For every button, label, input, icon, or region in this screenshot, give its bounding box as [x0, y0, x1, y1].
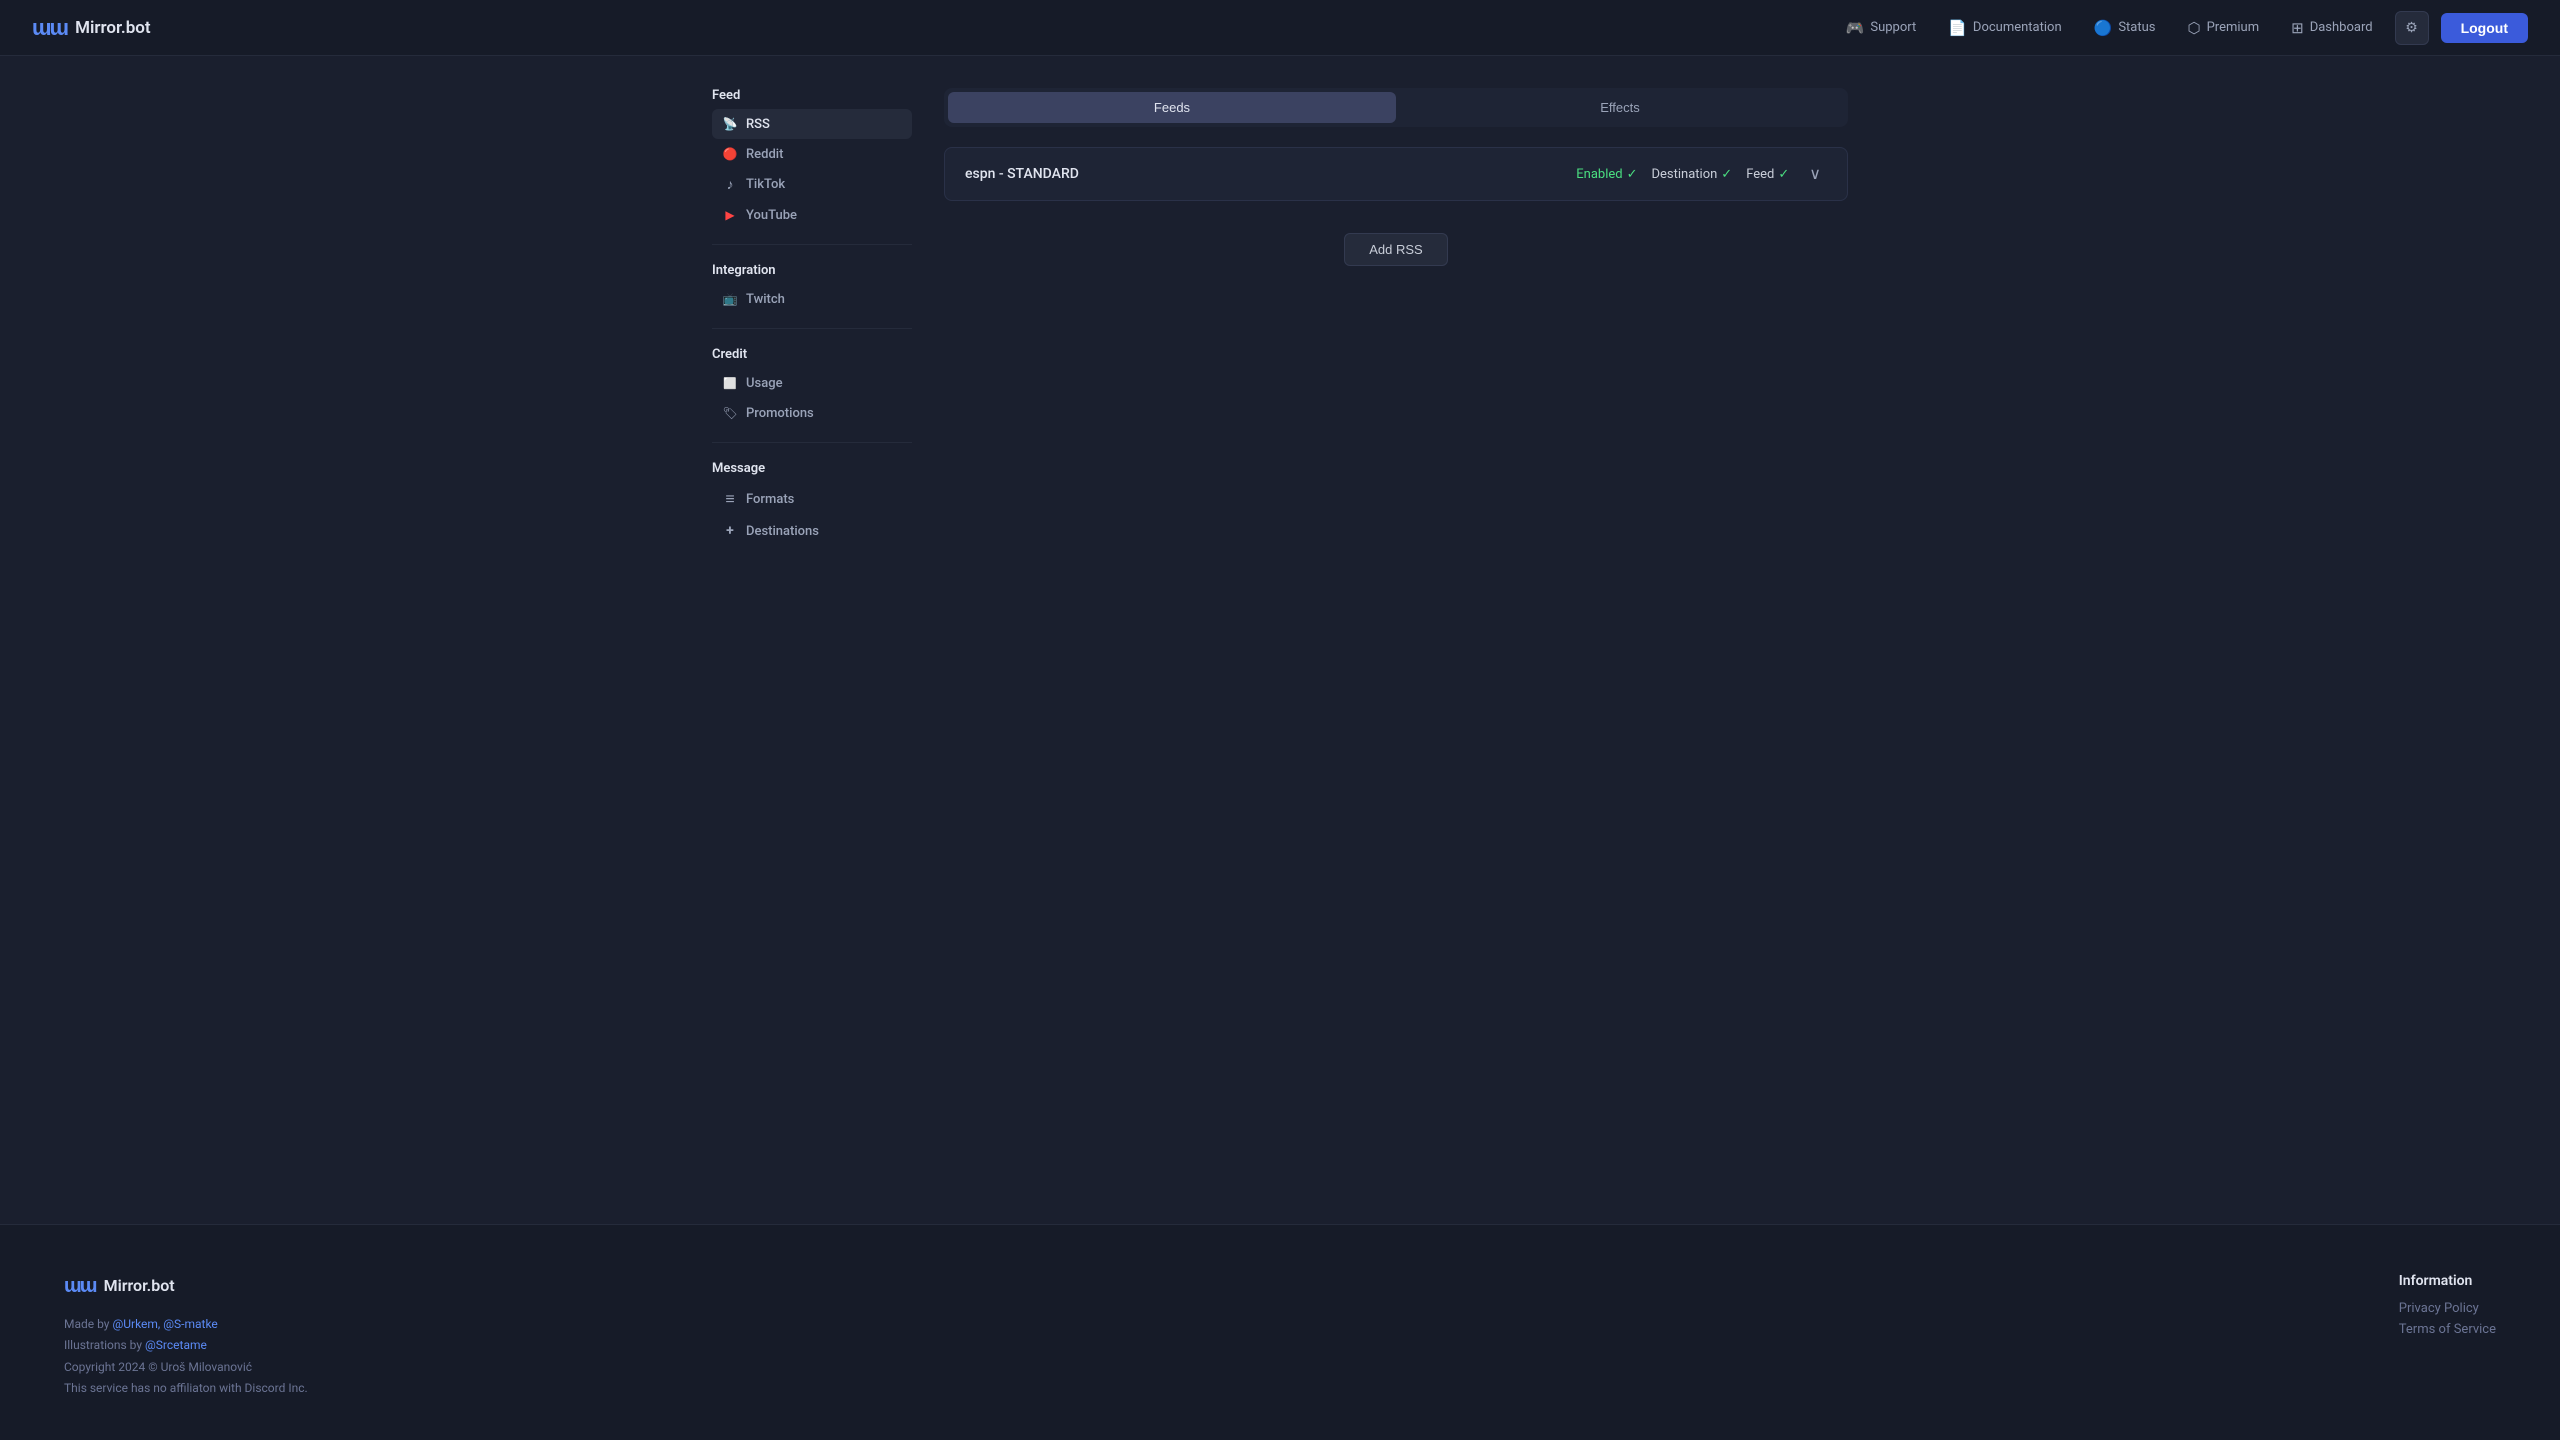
divider-1: [712, 244, 912, 245]
sidebar-item-rss[interactable]: RSS: [712, 109, 912, 139]
add-rss-area: Add RSS: [944, 233, 1848, 266]
enabled-check-icon: ✓: [1627, 167, 1638, 182]
logo-icon: ɯɯ: [32, 15, 67, 41]
message-section-label: Message: [712, 461, 912, 476]
sidebar-item-label: RSS: [746, 117, 770, 132]
integration-section-label: Integration: [712, 263, 912, 278]
feed-name: espn - STANDARD: [965, 166, 1079, 182]
topnav: ɯɯ Mirror.bot 🎮 Support 📄 Documentation …: [0, 0, 2560, 56]
youtube-icon: [722, 207, 738, 223]
dashboard-icon: ⊞: [2291, 19, 2304, 37]
sidebar-item-label: YouTube: [746, 208, 797, 223]
formats-icon: [722, 489, 738, 509]
sidebar-item-label: Usage: [746, 376, 783, 391]
footer-logo-area: ɯɯ Mirror.bot: [64, 1273, 308, 1298]
sidebar-item-usage[interactable]: Usage: [712, 368, 912, 398]
tab-feeds[interactable]: Feeds: [948, 92, 1396, 123]
sidebar-item-tiktok[interactable]: TikTok: [712, 169, 912, 200]
illustrations-link[interactable]: @Srcetame: [145, 1338, 207, 1352]
footer-information-title: Information: [2399, 1273, 2496, 1289]
main-layout: Feed RSS Reddit TikTok YouTube Integrati…: [680, 56, 1880, 855]
sidebar-item-destinations[interactable]: Destinations: [712, 516, 912, 546]
sidebar-item-label: Reddit: [746, 147, 783, 162]
main-content: Feeds Effects espn - STANDARD Enabled ✓ …: [944, 88, 1848, 855]
credit-section-label: Credit: [712, 347, 912, 362]
sidebar-item-label: TikTok: [746, 177, 785, 192]
sidebar-item-promotions[interactable]: Promotions: [712, 398, 912, 428]
feed-expand-button[interactable]: ∨: [1803, 162, 1827, 186]
enabled-label: Enabled: [1576, 167, 1622, 182]
logo-area: ɯɯ Mirror.bot: [32, 15, 151, 41]
sidebar-item-reddit[interactable]: Reddit: [712, 139, 912, 169]
footer-right: Information Privacy Policy Terms of Serv…: [2399, 1273, 2496, 1343]
logout-button[interactable]: Logout: [2441, 13, 2528, 43]
footer-meta: Made by @Urkem, @S-matke Illustrations b…: [64, 1314, 308, 1400]
feed-label: Feed: [1746, 167, 1774, 182]
sidebar: Feed RSS Reddit TikTok YouTube Integrati…: [712, 88, 912, 855]
tab-effects[interactable]: Effects: [1396, 92, 1844, 123]
sidebar-item-label: Formats: [746, 492, 794, 507]
documentation-link[interactable]: 📄 Documentation: [1934, 13, 2075, 43]
premium-icon: ⬡: [2188, 19, 2201, 37]
made-by-link[interactable]: @Urkem, @S-matke: [112, 1317, 217, 1331]
sidebar-item-youtube[interactable]: YouTube: [712, 200, 912, 230]
footer-disclaimer: This service has no affiliaton with Disc…: [64, 1378, 308, 1400]
settings-button[interactable]: ⚙: [2395, 11, 2429, 45]
sidebar-item-label: Destinations: [746, 524, 819, 539]
sidebar-item-twitch[interactable]: Twitch: [712, 284, 912, 314]
topnav-links: 🎮 Support 📄 Documentation 🔵 Status ⬡ Pre…: [1832, 11, 2528, 45]
support-link[interactable]: 🎮 Support: [1832, 13, 1931, 43]
tiktok-icon: [722, 176, 738, 193]
destination-check-icon: ✓: [1721, 167, 1732, 182]
rss-icon: [722, 116, 738, 132]
destinations-icon: [722, 523, 738, 539]
dashboard-link[interactable]: ⊞ Dashboard: [2277, 13, 2386, 43]
footer-logo-icon: ɯɯ: [64, 1273, 96, 1298]
status-link[interactable]: 🔵 Status: [2080, 13, 2170, 43]
footer: ɯɯ Mirror.bot Made by @Urkem, @S-matke I…: [0, 1224, 2560, 1440]
feed-section-label: Feed: [712, 88, 912, 103]
destination-badge: Destination ✓: [1651, 167, 1732, 182]
feed-badge: Feed ✓: [1746, 167, 1789, 182]
feed-check-icon: ✓: [1778, 167, 1789, 182]
doc-icon: 📄: [1948, 19, 1967, 37]
reddit-icon: [722, 146, 738, 162]
add-rss-button[interactable]: Add RSS: [1344, 233, 1447, 266]
destination-label: Destination: [1651, 167, 1717, 182]
promotions-icon: [722, 405, 738, 421]
premium-link[interactable]: ⬡ Premium: [2174, 13, 2274, 43]
divider-3: [712, 442, 912, 443]
feed-meta: Enabled ✓ Destination ✓ Feed ✓ ∨: [1576, 162, 1827, 186]
discord-icon: 🎮: [1846, 19, 1865, 37]
divider-2: [712, 328, 912, 329]
terms-of-service-link[interactable]: Terms of Service: [2399, 1322, 2496, 1337]
logo-text: Mirror.bot: [75, 18, 151, 38]
sidebar-item-label: Promotions: [746, 406, 814, 421]
footer-illustrations: Illustrations by @Srcetame: [64, 1335, 308, 1357]
status-icon: 🔵: [2094, 19, 2113, 37]
sidebar-item-label: Twitch: [746, 292, 785, 307]
footer-copyright: Copyright 2024 © Uroš Milovanović: [64, 1357, 308, 1379]
footer-made-by: Made by @Urkem, @S-matke: [64, 1314, 308, 1336]
twitch-icon: [722, 291, 738, 307]
tab-bar: Feeds Effects: [944, 88, 1848, 127]
sidebar-item-formats[interactable]: Formats: [712, 482, 912, 516]
privacy-policy-link[interactable]: Privacy Policy: [2399, 1301, 2496, 1316]
enabled-badge: Enabled ✓: [1576, 167, 1637, 182]
footer-left: ɯɯ Mirror.bot Made by @Urkem, @S-matke I…: [64, 1273, 308, 1400]
footer-logo-text: Mirror.bot: [104, 1276, 175, 1295]
feed-card: espn - STANDARD Enabled ✓ Destination ✓ …: [944, 147, 1848, 201]
usage-icon: [722, 375, 738, 391]
